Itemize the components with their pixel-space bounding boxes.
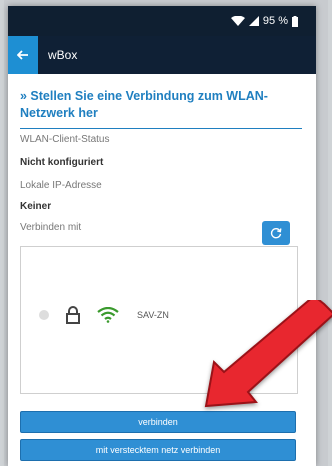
app-title: wBox	[48, 48, 78, 62]
page-title: » Stellen Sie eine Verbindung zum WLAN-N…	[20, 89, 268, 120]
status-indicators: 95 %	[230, 13, 298, 29]
network-ssid: SAV-ZN	[137, 310, 169, 320]
app-bar: wBox	[8, 36, 316, 74]
status-bar: 95 %	[8, 6, 316, 36]
connect-with-label: Verbinden mit	[20, 222, 82, 233]
status-label: WLAN-Client-Status	[20, 134, 110, 145]
ip-value: Keiner	[20, 201, 52, 212]
battery-percent: 95 %	[262, 15, 288, 27]
refresh-icon	[270, 228, 282, 239]
status-value: Nicht konfiguriert	[20, 157, 104, 168]
wifi-signal-icon	[97, 307, 119, 323]
ip-label: Lokale IP-Adresse	[20, 180, 102, 191]
wifi-status-icon	[230, 16, 245, 26]
battery-icon	[292, 15, 298, 27]
heading-divider	[20, 128, 302, 129]
refresh-button[interactable]	[262, 221, 290, 245]
lock-icon	[66, 306, 80, 324]
annotation-arrow-icon	[204, 300, 332, 408]
signal-icon	[248, 16, 259, 26]
back-button[interactable]	[8, 36, 38, 74]
network-radio[interactable]	[39, 310, 49, 320]
arrow-left-icon	[17, 50, 28, 60]
connect-hidden-network-button[interactable]: mit verstecktem netz verbinden	[20, 439, 296, 461]
